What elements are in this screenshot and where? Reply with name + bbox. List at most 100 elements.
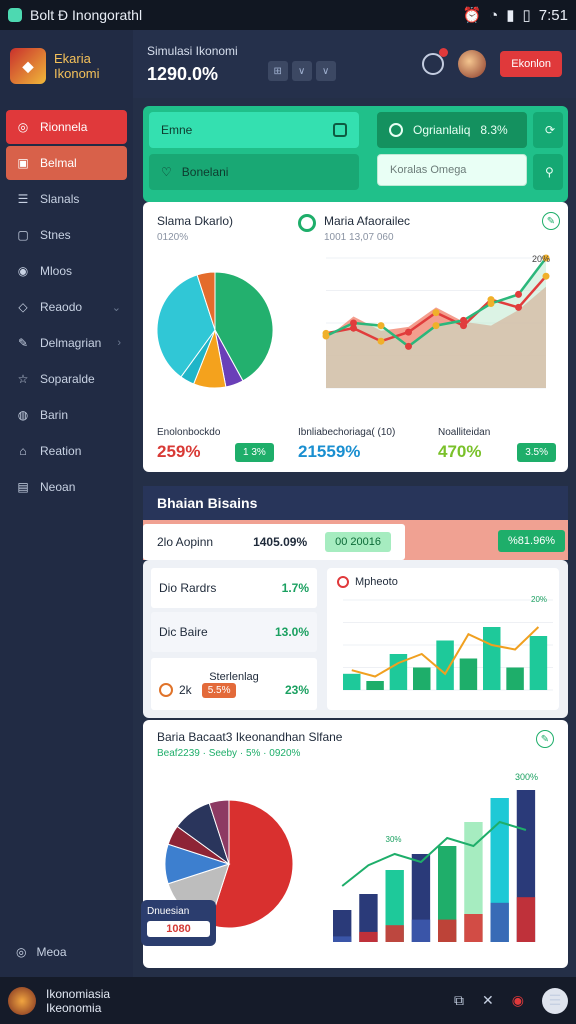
sidebar-item-4[interactable]: ◉ Mloos	[6, 254, 127, 288]
badge-label: Dnuesian	[147, 906, 190, 917]
home-icon: ⌂	[19, 444, 27, 458]
sidebar-bottom-item[interactable]: ◎ Meoa	[6, 935, 77, 969]
bar-segment	[385, 925, 404, 942]
topbar-actions: Ekonlon	[422, 48, 562, 78]
sidebar-item-7[interactable]: ☆ Soparalde	[6, 362, 127, 396]
list-view-icon[interactable]: ∨	[315, 61, 336, 81]
footer-brand: Ikonomiasia Ikeonomia	[46, 987, 110, 1015]
alert-icon[interactable]: ◉	[512, 992, 524, 1009]
mini-bar-chart: 20%	[343, 595, 553, 691]
bar	[459, 658, 478, 690]
row-value: 23%	[284, 683, 309, 697]
star-icon: ☆	[17, 372, 29, 386]
list-item[interactable]: Dic Baire 13.0%	[151, 612, 317, 652]
section-action-button[interactable]: %81.96%	[498, 530, 566, 552]
line-point	[377, 337, 385, 345]
area-chart: 20%	[322, 254, 550, 389]
chevron-down-icon: ⌄	[111, 301, 121, 314]
share-icon[interactable]: ⧉	[454, 992, 464, 1009]
sidebar-item-0[interactable]: ◎ Rionnela	[6, 110, 127, 144]
line-point	[377, 322, 385, 330]
search-input[interactable]: Koralas Omega	[377, 154, 527, 186]
page-title: Simulasi Ikonomi	[147, 43, 238, 58]
bar	[389, 654, 408, 690]
chart-view-icon[interactable]: ∨	[291, 61, 312, 81]
notification-icon[interactable]	[422, 48, 449, 75]
pie-label: 60%	[259, 920, 279, 931]
mini-chart-panel: Mpheoto 20%	[327, 568, 559, 710]
summary-pill-3[interactable]: Ogrianlaliq 8.3%	[377, 112, 527, 148]
metric-1-tag: 1 3%	[235, 443, 274, 462]
search-icon: ⚲	[545, 165, 554, 179]
status-time: 7:51	[538, 6, 568, 24]
menu-button[interactable]: ☰	[542, 987, 568, 1014]
line-point	[515, 290, 522, 298]
sidebar-item-1[interactable]: ▣ Belmal	[6, 146, 127, 180]
summary-pill-2[interactable]: ♡ Bonelani	[149, 154, 359, 190]
metric-2-label: Ibnliabechoriaga( (10)	[298, 427, 396, 438]
primary-button[interactable]: Ekonlon	[500, 51, 562, 77]
tools-icon[interactable]: ✕	[482, 992, 494, 1009]
grid-view-icon[interactable]: ⊞	[267, 61, 288, 81]
edit-icon[interactable]: ✎	[542, 212, 560, 230]
sidebar-item-label: Stnes	[40, 228, 71, 242]
chevron-right-icon: ›	[117, 337, 121, 349]
alarm-icon: ⏰	[462, 7, 482, 24]
bar-segment	[333, 936, 352, 942]
summary-badge[interactable]: Dnuesian 1080	[141, 900, 216, 946]
sidebar-item-label: Mloos	[40, 264, 73, 278]
summary-band: Emne ♡ Bonelani Ogrianlaliq 8.3% Koralas O…	[143, 106, 568, 202]
footer-logo-icon	[8, 986, 36, 1015]
sidebar-item-6[interactable]: ✎ Delmagrian ›	[6, 326, 127, 360]
search-button[interactable]: ⚲	[533, 154, 563, 190]
main-content: Emne ♡ Bonelani Ogrianlaliq 8.3% Koralas O…	[133, 98, 576, 977]
sidebar-item-5[interactable]: ◇ Reaodo ⌄	[6, 290, 127, 324]
sidebar-item-3[interactable]: ▢ Stnes	[6, 218, 127, 252]
area-title: Maria Afaorailec	[324, 214, 411, 228]
row-label: Dic Baire	[159, 625, 208, 639]
row-label: Dio Rardrs	[159, 581, 217, 595]
row-chip: 5.5%	[201, 682, 237, 698]
sidebar-item-10[interactable]: ▤ Neoan	[6, 470, 127, 504]
section-tab[interactable]: 2lo Aopinn 1405.09% 00 20016	[143, 524, 405, 560]
bar-segment	[516, 897, 536, 942]
tab-label: 2lo Aopinn	[157, 535, 214, 549]
bar-segment	[438, 919, 457, 942]
sidebar-item-label: Reation	[40, 444, 82, 458]
page-value: 1290.0%	[147, 63, 219, 84]
topbar-heading: Simulasi Ikonomi 1290.0%	[147, 44, 238, 85]
sidebar-item-label: Delmagrian	[40, 336, 102, 350]
status-app: Bolt Ð Inongorathl	[8, 7, 463, 23]
sidebar-item-8[interactable]: ◍ Barin	[6, 398, 127, 432]
bar	[413, 667, 431, 690]
square-icon: ▢	[17, 228, 29, 242]
line-label: 20%	[532, 254, 550, 264]
sidebar-item-label: Reaodo	[40, 300, 83, 314]
summary-pill-1[interactable]: Emne	[149, 112, 359, 148]
tab-value: 1405.09%	[253, 535, 308, 549]
target-icon: ◉	[17, 264, 29, 278]
tab-tag: 00 20016	[325, 532, 391, 552]
bar	[529, 636, 548, 690]
checkbox-icon	[333, 123, 347, 137]
avatar[interactable]	[458, 50, 487, 78]
brand[interactable]: ◆ Ekaria Ikonomi	[0, 30, 133, 102]
line-point	[322, 332, 330, 340]
brand-line2: Ikonomi	[54, 66, 100, 81]
row-label: 2k	[179, 683, 192, 697]
document-icon: ▤	[17, 480, 29, 494]
edit-icon[interactable]: ✎	[536, 730, 554, 748]
line-point	[487, 300, 495, 307]
metric-2: Ibnliabechoriaga( (10) 21559%	[298, 427, 395, 462]
list-item[interactable]: Sterlenlag 2k 5.5% 23%	[151, 658, 317, 710]
list-item[interactable]: Dio Rardrs 1.7%	[151, 568, 317, 608]
pie-panel: Slama Dkarlo) 0120% Enolonbockdo 259% 1 …	[143, 202, 285, 472]
refresh-button[interactable]: ⟳	[533, 112, 563, 148]
sidebar-item-2[interactable]: ☰ Slanals	[6, 182, 127, 216]
refresh-icon: ⟳	[545, 123, 556, 137]
line-point	[542, 272, 550, 280]
bar-segment	[464, 914, 483, 942]
brand-text: Ekaria Ikonomi	[54, 51, 100, 81]
sidebar-item-9[interactable]: ⌂ Reation	[6, 434, 127, 468]
pie-chart	[156, 271, 274, 389]
